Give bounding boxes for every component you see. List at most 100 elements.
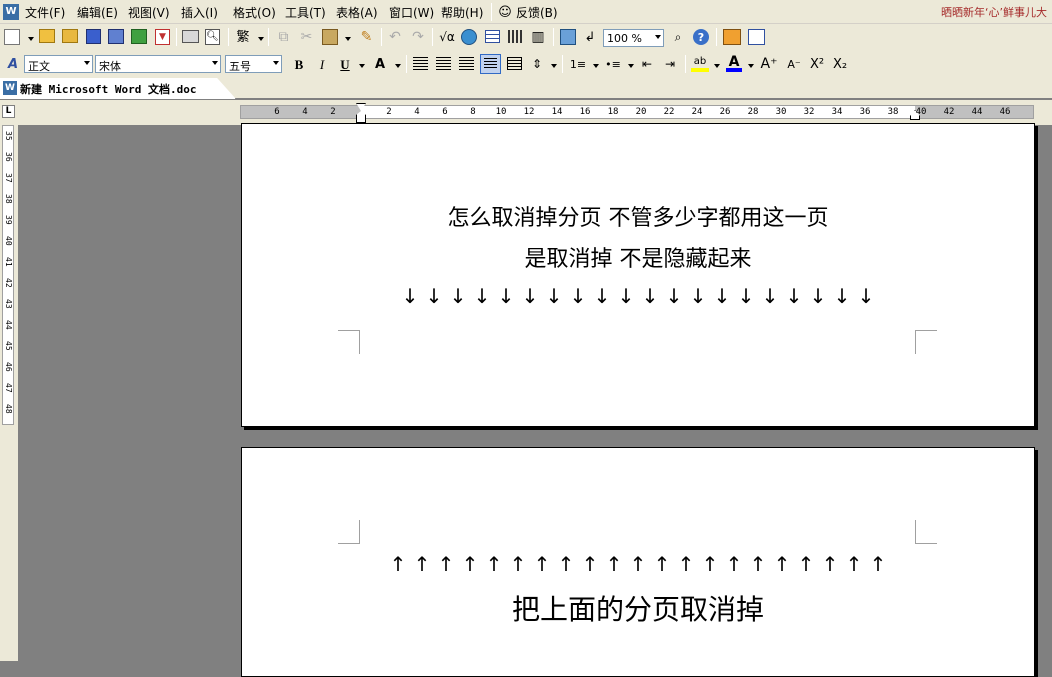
promo-link[interactable]: 晒晒新年‘心’鲜事儿大 xyxy=(941,4,1047,20)
page-1[interactable]: 怎么取消掉分页 不管多少字都用这一页 是取消掉 不是隐藏起来 ↓ ↓ ↓ ↓ ↓ ↓ ↓ ↓ ↓… xyxy=(241,123,1035,427)
tab-selector-icon[interactable]: L xyxy=(2,105,15,118)
numbering-dropdown-icon[interactable] xyxy=(593,64,599,68)
page-2[interactable]: ↑ ↑ ↑ ↑ ↑ ↑ ↑ ↑ ↑ ↑ ↑ ↑ ↑ ↑ ↑ ↑ ↑ ↑ ↑ ↑ ↑ 把上面的分页取消掉 xyxy=(241,447,1035,677)
margin-corner-mark xyxy=(915,520,937,544)
page1-text-line-2[interactable]: 是取消掉 不是隐藏起来 xyxy=(242,241,1034,273)
menu-help[interactable]: 帮助(H) xyxy=(441,4,483,21)
reading-layout-icon[interactable] xyxy=(748,29,765,45)
document-tab-bar: W 新建 Microsoft Word 文档.doc xyxy=(0,78,1052,99)
ruler-tick-label: 20 xyxy=(635,107,647,117)
find-binoculars-icon[interactable]: ⌕ xyxy=(670,29,686,45)
show-hide-marks-icon[interactable]: ↲ xyxy=(583,29,597,45)
redo-icon[interactable]: ↷ xyxy=(410,29,426,45)
menu-feedback[interactable]: 反馈(B) xyxy=(516,4,558,21)
undo-icon[interactable]: ↶ xyxy=(387,29,403,45)
align-right-icon[interactable] xyxy=(459,57,474,70)
new-dropdown-icon[interactable] xyxy=(28,37,34,41)
down-arrow-glyph: ↓ xyxy=(497,284,515,308)
highlight-dropdown-icon[interactable] xyxy=(714,64,720,68)
ruler-tick-label: 2 xyxy=(386,107,392,117)
save-all-icon[interactable] xyxy=(108,29,124,44)
font-color-icon[interactable]: A xyxy=(726,55,742,72)
bullets-icon[interactable]: •≡ xyxy=(604,56,622,72)
menu-view[interactable]: 视图(V) xyxy=(128,4,170,21)
align-left-icon[interactable] xyxy=(413,57,428,70)
open-folder-icon[interactable] xyxy=(39,29,55,43)
underline-icon[interactable]: U xyxy=(337,56,353,72)
zoom-combo[interactable]: 100 % xyxy=(603,29,664,47)
size-dropdown-icon[interactable] xyxy=(273,61,279,65)
style-dropdown-icon[interactable] xyxy=(84,61,90,65)
menu-table[interactable]: 表格(A) xyxy=(336,4,378,21)
styles-and-formatting-icon[interactable]: A xyxy=(4,56,22,72)
print-icon[interactable] xyxy=(182,30,199,43)
line-spacing-icon[interactable]: ⇕ xyxy=(529,56,545,72)
grow-font-icon[interactable]: A⁺ xyxy=(760,56,778,72)
copy-icon[interactable]: ⧉ xyxy=(276,29,291,45)
open-web-icon[interactable] xyxy=(62,29,78,43)
task-pane-icon[interactable] xyxy=(723,29,741,45)
subscript-icon[interactable]: X₂ xyxy=(831,56,849,72)
menu-insert[interactable]: 插入(I) xyxy=(181,4,218,21)
print-preview-icon[interactable]: 🔍︎ xyxy=(205,29,220,45)
horizontal-ruler[interactable]: L 6 4 2 2 4 6 8 10 12 14 16 18 20 22 24 26 28 30 32 34 36 38 4… xyxy=(0,100,1052,125)
font-color-dropdown-icon[interactable] xyxy=(748,64,754,68)
insert-formula-icon[interactable]: √α xyxy=(438,29,456,45)
font-size-combo[interactable]: 五号 xyxy=(225,55,282,73)
shrink-font-icon[interactable]: A⁻ xyxy=(785,56,803,72)
down-arrow-glyph: ↓ xyxy=(641,284,659,308)
font-dropdown-icon[interactable] xyxy=(212,61,218,65)
style-combo[interactable]: 正文 xyxy=(24,55,93,73)
bullets-dropdown-icon[interactable] xyxy=(628,64,634,68)
help-icon[interactable]: ? xyxy=(693,29,709,45)
zoom-dropdown-icon[interactable] xyxy=(655,35,661,39)
insert-table-icon[interactable] xyxy=(485,30,500,43)
page2-text-line-1[interactable]: 把上面的分页取消掉 xyxy=(242,588,1034,628)
document-map-icon[interactable] xyxy=(560,29,576,45)
bold-icon[interactable]: B xyxy=(291,56,307,72)
paste-dropdown-icon[interactable] xyxy=(345,37,351,41)
menu-tools[interactable]: 工具(T) xyxy=(285,4,326,21)
superscript-icon[interactable]: X² xyxy=(808,56,826,72)
italic-icon[interactable]: I xyxy=(314,56,330,72)
page1-text-line-1[interactable]: 怎么取消掉分页 不管多少字都用这一页 xyxy=(242,200,1034,232)
highlight-icon[interactable]: ab xyxy=(691,55,709,72)
increase-indent-icon[interactable]: ⇥ xyxy=(662,56,678,72)
ruler-tick-label: 44 xyxy=(971,107,983,117)
cut-icon[interactable]: ✂ xyxy=(299,29,314,45)
underline-dropdown-icon[interactable] xyxy=(359,64,365,68)
font-combo[interactable]: 宋体 xyxy=(95,55,221,73)
standard-toolbar: ▼ 🔍︎ 繁 ⧉ ✂ ✎ ↶ ↷ √α ▥ ↲ 100 % ⌕ ? xyxy=(0,24,1052,51)
chart-bars-icon[interactable]: ▥ xyxy=(530,29,546,45)
justify-icon[interactable] xyxy=(480,54,501,74)
decrease-indent-icon[interactable]: ⇤ xyxy=(639,56,655,72)
new-document-icon[interactable] xyxy=(4,29,20,45)
vertical-ruler[interactable]: 35 36 37 38 39 40 41 42 43 44 45 46 47 48 xyxy=(0,125,18,661)
menu-file[interactable]: 文件(F) xyxy=(25,4,65,21)
document-workspace[interactable]: 怎么取消掉分页 不管多少字都用这一页 是取消掉 不是隐藏起来 ↓ ↓ ↓ ↓ ↓ ↓ ↓ ↓ ↓… xyxy=(18,123,1052,677)
char-border-dropdown-icon[interactable] xyxy=(395,64,401,68)
ruler-tick-label: 34 xyxy=(831,107,843,117)
numbering-icon[interactable]: 1≡ xyxy=(569,56,587,72)
menu-format[interactable]: 格式(O) xyxy=(233,4,276,21)
line-spacing-dropdown-icon[interactable] xyxy=(551,64,557,68)
traditional-chinese-button[interactable]: 繁 xyxy=(235,30,251,44)
paste-icon[interactable] xyxy=(322,29,338,45)
menu-edit[interactable]: 编辑(E) xyxy=(77,4,118,21)
document-tab[interactable]: W 新建 Microsoft Word 文档.doc xyxy=(0,78,236,99)
send-icon[interactable] xyxy=(131,29,147,44)
export-pdf-icon[interactable]: ▼ xyxy=(155,29,170,45)
feedback-icon[interactable]: ☺ xyxy=(497,4,513,20)
align-center-icon[interactable] xyxy=(436,57,451,70)
word-app-icon[interactable]: W xyxy=(3,4,19,20)
down-arrow-glyph: ↓ xyxy=(401,284,419,308)
hyperlink-globe-icon[interactable] xyxy=(461,29,477,45)
format-painter-icon[interactable]: ✎ xyxy=(359,29,374,45)
distributed-align-icon[interactable] xyxy=(507,57,522,70)
menu-window[interactable]: 窗口(W) xyxy=(389,4,434,21)
columns-icon[interactable] xyxy=(508,30,523,43)
char-border-icon[interactable]: A xyxy=(371,56,389,72)
ruler-tick-label: 4 xyxy=(414,107,420,117)
trad-dropdown-icon[interactable] xyxy=(258,37,264,41)
save-icon[interactable] xyxy=(86,29,101,44)
